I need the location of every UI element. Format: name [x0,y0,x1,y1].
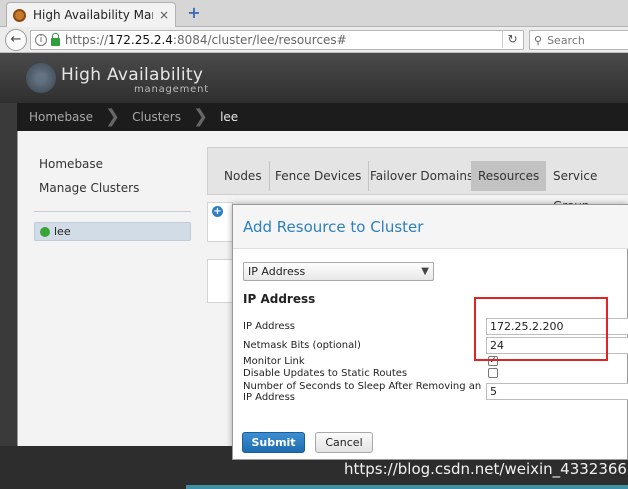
submit-button[interactable]: Submit [242,432,305,453]
watermark-text: https://blog.csdn.net/weixin_43323669 [344,460,628,478]
resource-type-select[interactable]: IP Address ▼ [243,262,434,281]
lock-icon [51,33,60,46]
resource-detail-panel [207,259,233,303]
chevron-down-icon: ▼ [421,266,429,277]
disable-static-routes-label: Disable Updates to Static Routes [243,368,408,379]
app-header: High Availability management [0,53,628,103]
search-icon: ⚲ [534,33,543,47]
app-title: High Availability [61,65,204,85]
cluster-name: lee [54,225,71,238]
tab-nodes[interactable]: Nodes [217,161,270,191]
breadcrumb-separator-icon: ❯ [192,106,209,127]
breadcrumb-clusters[interactable]: Clusters [120,110,193,124]
url-path: :8084/cluster/lee/resources# [172,33,347,47]
monitor-link-label: Monitor Link [243,356,305,367]
dialog-title: Add Resource to Cluster [243,218,424,236]
url-bar[interactable]: i https://172.25.2.4:8084/cluster/lee/re… [30,30,524,50]
sidebar-cluster-lee[interactable]: lee [34,222,191,241]
sleep-seconds-input[interactable]: 5 [486,383,628,400]
cluster-nav-tabs: Nodes Fence Devices Failover Domains Res… [207,147,628,213]
resource-type-value: IP Address [248,265,306,278]
highlight-annotation-box [474,297,608,361]
taskbar-accent [186,485,628,489]
reload-button[interactable]: ↻ [502,30,522,48]
tab-title: High Availability Man... [33,8,153,22]
disable-static-routes-checkbox[interactable] [488,368,498,378]
breadcrumb-current-cluster: lee [220,110,239,124]
sidebar-link-homebase[interactable]: Homebase [39,157,103,171]
breadcrumb-homebase[interactable]: Homebase [17,110,105,124]
sleep-seconds-label-line2: IP Address [243,392,295,403]
resources-list-panel: + [207,202,233,242]
add-icon[interactable]: + [212,206,223,217]
breadcrumb: Homebase ❯ Clusters ❯ lee [17,103,628,131]
url-scheme: https:// [65,33,109,47]
favicon-icon [13,8,26,22]
cancel-button[interactable]: Cancel [315,432,373,453]
search-input[interactable]: ⚲ Search [529,30,628,50]
tab-service-groups[interactable]: Service Group [546,161,628,213]
tab-resources[interactable]: Resources [471,161,547,191]
browser-tab[interactable]: High Availability Man... × [6,2,176,27]
browser-tab-bar: High Availability Man... × + [0,0,628,27]
back-button[interactable]: ← [5,29,27,51]
sleep-seconds-label: Number of Seconds to Sleep After Removin… [243,381,482,392]
url-host: 172.25.2.4 [108,33,173,47]
new-tab-button[interactable]: + [184,4,204,22]
status-ok-icon [40,226,50,237]
browser-nav-bar: ← i https://172.25.2.4:8084/cluster/lee/… [0,27,628,53]
bottom-background [0,446,232,489]
close-tab-icon[interactable]: × [159,8,169,22]
breadcrumb-separator-icon: ❯ [105,106,121,127]
netmask-label: Netmask Bits (optional) [243,340,361,351]
search-placeholder: Search [547,33,585,47]
info-icon[interactable]: i [35,34,47,46]
tab-failover-domains[interactable]: Failover Domains [363,161,482,191]
url-text: https://172.25.2.4:8084/cluster/lee/reso… [65,33,347,47]
app-subtitle: management [134,84,209,95]
sidebar-divider [34,211,191,212]
logo-icon [26,63,56,93]
tab-fence-devices[interactable]: Fence Devices [268,161,370,191]
dialog-header: Add Resource to Cluster [233,205,628,249]
ip-address-label: IP Address [243,321,295,332]
sidebar-link-manage-clusters[interactable]: Manage Clusters [39,181,139,195]
section-title: IP Address [243,292,316,306]
